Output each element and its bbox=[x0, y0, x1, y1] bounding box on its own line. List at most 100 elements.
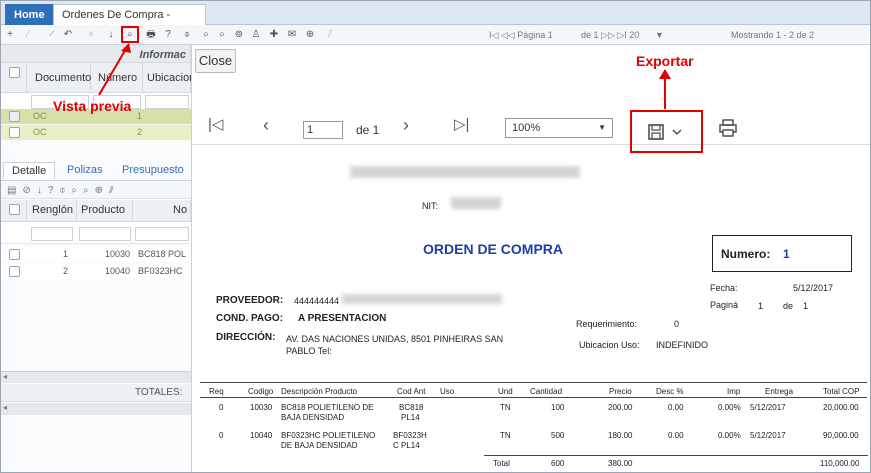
print-icon[interactable] bbox=[719, 119, 737, 137]
grid-select-all bbox=[1, 63, 27, 93]
annotation-exportar: Exportar bbox=[636, 53, 694, 69]
select-all-checkbox[interactable] bbox=[9, 67, 20, 78]
nit-label: NIT: bbox=[422, 201, 439, 211]
search-advanced-icon[interactable]: ⌕ bbox=[215, 27, 229, 42]
totals-label: TOTALES: bbox=[135, 387, 183, 398]
line-precio: 200.00 bbox=[608, 403, 633, 412]
filter-ubicacion[interactable] bbox=[145, 95, 189, 109]
scroll-left-icon[interactable]: ◂ bbox=[3, 372, 7, 381]
row-checkbox[interactable] bbox=[9, 249, 20, 260]
ubicacion-uso-label: Ubicacion Uso: bbox=[579, 340, 640, 350]
pager-next[interactable]: de 1 ▷▷ ▷I 20 bbox=[581, 28, 639, 42]
line-total: 20,000.00 bbox=[823, 403, 859, 412]
table-row[interactable]: 2 10040 BF0323HC bbox=[1, 264, 191, 279]
filter-renglon[interactable] bbox=[31, 227, 73, 241]
direccion-label: DIRECCIÓN: bbox=[216, 332, 276, 343]
tab-bar: Home Ordenes De Compra -[oord]× bbox=[1, 1, 870, 41]
horizontal-scrollbar[interactable]: ◂ bbox=[1, 371, 191, 383]
app-window: Home Ordenes De Compra -[oord]× + ⁄ ✓ ↶ … bbox=[0, 0, 871, 473]
report-line: 0 10030 BC818 POLIETILENO DE BAJA DENSID… bbox=[192, 403, 870, 427]
pagina-value: 1 bbox=[758, 301, 764, 311]
help-icon[interactable]: ? bbox=[161, 27, 175, 42]
column-producto[interactable]: Producto bbox=[77, 200, 133, 222]
total-precio: 380.00 bbox=[608, 459, 633, 468]
zoom-value: 100% bbox=[512, 122, 541, 134]
tab-detalle[interactable]: Detalle bbox=[3, 162, 56, 179]
pin-icon[interactable]: ✚ bbox=[267, 27, 281, 42]
tab-ordenes-de-compra[interactable]: Ordenes De Compra -[oord]× bbox=[53, 4, 206, 41]
filter-producto[interactable] bbox=[79, 227, 131, 241]
col-uso: Uso bbox=[440, 387, 455, 396]
pagina-label: Paginá bbox=[710, 300, 739, 310]
column-documento[interactable]: Documento bbox=[27, 63, 91, 93]
showing-count: Mostrando 1 - 2 de 2 bbox=[731, 30, 815, 40]
row-checkbox[interactable] bbox=[9, 127, 20, 138]
table-top-rule bbox=[200, 382, 867, 383]
table-row[interactable]: 1 10030 BC818 POL bbox=[1, 247, 191, 262]
user-icon[interactable]: ♙ bbox=[249, 27, 263, 42]
scroll-left-icon[interactable]: ◂ bbox=[3, 403, 7, 412]
horizontal-scrollbar-2[interactable]: ◂ bbox=[1, 403, 191, 415]
zoom-select[interactable]: 100% ▼ bbox=[505, 118, 613, 138]
detail-toolbar: ▤⊘↓?⌽⌕⌕⊕⫽ bbox=[1, 182, 191, 199]
last-page-icon[interactable]: ▷| bbox=[454, 115, 469, 135]
column-renglon[interactable]: Renglón bbox=[27, 200, 77, 222]
ubicacion-uso-value: INDEFINIDO bbox=[656, 340, 709, 350]
numero-label: Numero: bbox=[721, 247, 771, 261]
tab-home[interactable]: Home bbox=[5, 4, 54, 25]
edit-icon[interactable]: ⁄ bbox=[21, 27, 35, 42]
filter-nombre[interactable] bbox=[135, 227, 189, 241]
line-descuento: 0.00 bbox=[668, 431, 684, 440]
col-descripcion: Descripción Producto bbox=[281, 387, 358, 396]
attach-icon[interactable]: ⫽ bbox=[323, 27, 337, 42]
line-cod-ant-1: BF0323H bbox=[393, 431, 427, 440]
table-row[interactable]: OC 2 bbox=[1, 125, 191, 140]
column-nombre[interactable]: No bbox=[133, 200, 191, 222]
line-desc-2: BAJA DENSIDAD bbox=[281, 413, 345, 422]
cell-renglon: 1 bbox=[63, 249, 69, 259]
close-button[interactable]: Close bbox=[195, 49, 236, 73]
numero-value: 1 bbox=[783, 247, 790, 261]
annotation-arrow-export bbox=[659, 69, 671, 109]
next-page-icon[interactable]: › bbox=[403, 115, 409, 135]
proveedor-label: PROVEEDOR: bbox=[216, 295, 284, 306]
page-count: de 1 bbox=[356, 123, 380, 137]
row-checkbox[interactable] bbox=[9, 111, 20, 122]
print-icon[interactable]: 🖶 bbox=[144, 27, 158, 42]
plus-circle-icon[interactable]: ⊕ bbox=[303, 27, 317, 42]
filter-icon[interactable]: ⌽ bbox=[180, 27, 194, 42]
line-total: 90,000.00 bbox=[823, 431, 859, 440]
first-page-icon[interactable]: |◁ bbox=[208, 115, 223, 135]
report-preview-modal: Close |◁ ‹ 1 de 1 › ▷| 100% ▼ Exportar N… bbox=[191, 45, 870, 472]
proveedor-name-redacted bbox=[342, 294, 502, 304]
annotation-vista-previa: Vista previa bbox=[53, 98, 132, 114]
detail-tabs: Detalle Polizas Presupuesto bbox=[1, 159, 191, 181]
column-ubicacion[interactable]: Ubicacion bbox=[143, 63, 195, 93]
cell-documento: OC bbox=[33, 111, 47, 121]
page-number-input[interactable]: 1 bbox=[303, 121, 343, 139]
delete-icon[interactable]: × bbox=[84, 27, 98, 42]
export-button[interactable] bbox=[630, 110, 703, 153]
tab-presupuesto[interactable]: Presupuesto bbox=[122, 164, 184, 176]
add-icon[interactable]: + bbox=[3, 27, 17, 42]
undo-icon[interactable]: ↶ bbox=[61, 27, 75, 42]
requerimiento-value: 0 bbox=[674, 319, 680, 329]
page-size-dropdown[interactable]: ▼ bbox=[655, 28, 664, 42]
prev-page-icon[interactable]: ‹ bbox=[263, 115, 269, 135]
company-name-redacted bbox=[350, 166, 580, 178]
download-icon[interactable]: ↓ bbox=[104, 27, 118, 42]
total-cantidad: 600 bbox=[551, 459, 565, 468]
view-icon[interactable]: ⊚ bbox=[232, 27, 246, 42]
search-icon[interactable]: ⌕ bbox=[199, 27, 213, 42]
select-all-checkbox[interactable] bbox=[9, 204, 20, 215]
numero-box: Numero: 1 bbox=[712, 235, 852, 272]
mail-icon[interactable]: ✉ bbox=[285, 27, 299, 42]
pager-prev[interactable]: I◁ ◁◁ Página 1 bbox=[489, 28, 553, 42]
row-checkbox[interactable] bbox=[9, 266, 20, 277]
col-total: Total COP bbox=[823, 387, 860, 396]
line-precio: 180.00 bbox=[608, 431, 633, 440]
detail-toolbar-icons[interactable]: ▤⊘↓?⌽⌕⌕⊕⫽ bbox=[7, 185, 119, 196]
save-check-icon[interactable]: ✓ bbox=[45, 27, 59, 42]
tab-polizas[interactable]: Polizas bbox=[67, 164, 102, 176]
line-desc-1: BC818 POLIETILENO DE bbox=[281, 403, 374, 412]
